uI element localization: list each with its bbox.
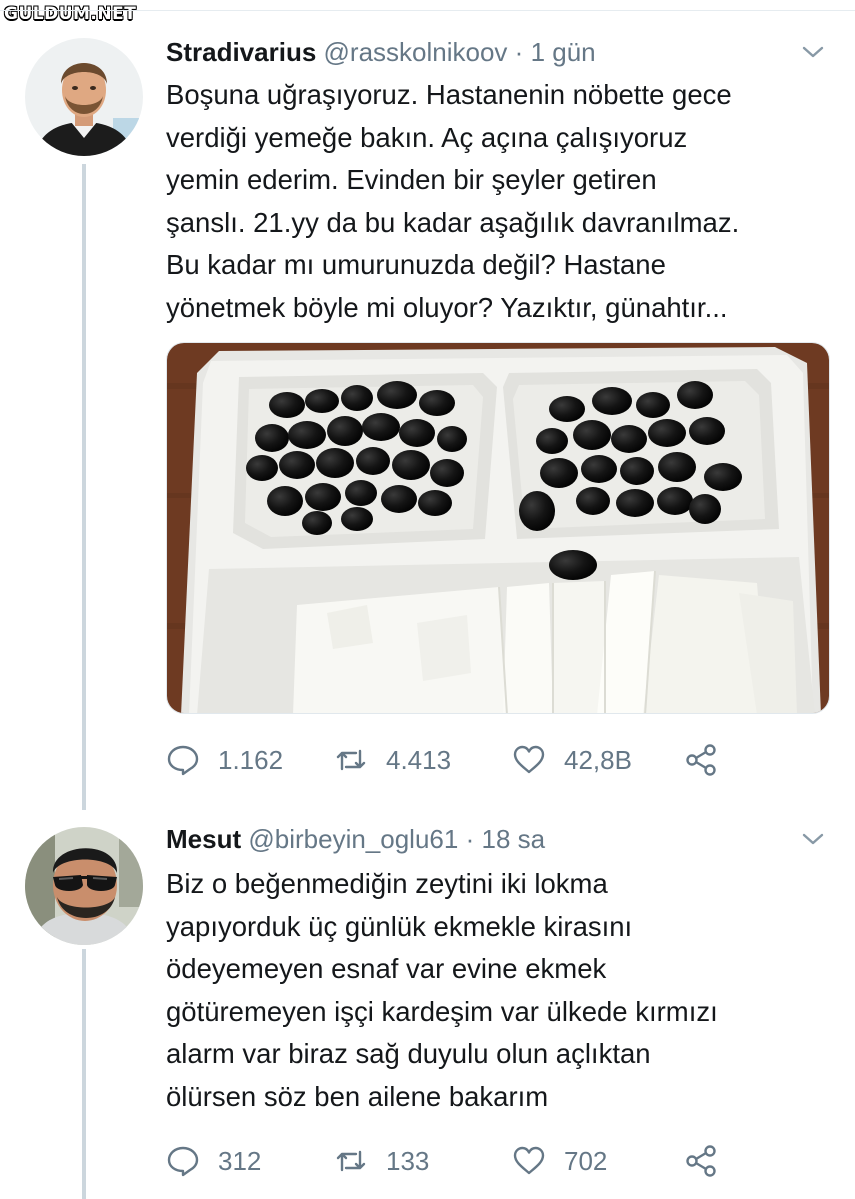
avatar[interactable] [25,38,143,156]
reply-count: 312 [218,1145,262,1176]
divider [0,10,855,11]
like-count: 42,8B [564,744,632,775]
reply-button[interactable]: 1.162 [166,740,283,780]
heart-icon [513,745,545,774]
tweet-text-line: ödeyemeyen esnaf var evine ekmek [166,953,607,984]
tweet-header: Mesut @birbeyin_oglu61 · 18 sa [166,823,795,855]
tweet-text-line: alarm var biraz sağ duyulu olun açlıktan [166,1038,651,1069]
tweet-photo-olives-and-cheese[interactable] [166,342,830,714]
share-button[interactable] [684,1141,718,1181]
retweet-arrows-icon [336,1150,366,1172]
display-name[interactable]: Mesut [166,824,241,854]
tweet-text-line: ölürsen söz ben ailene bakarım [166,1080,549,1112]
tweet-text-line: verdiği yemeğe bakın. Aç açına çalışıyor… [166,121,688,153]
share-button[interactable] [684,740,718,780]
tweet-text-line: Bu kadar mı umurunuzda değil? Hastane [166,249,666,280]
like-button[interactable]: 42,8B [512,740,632,780]
retweet-button[interactable]: 4.413 [334,740,451,780]
like-button[interactable]: 702 [512,1141,607,1181]
tweet-text: Biz o beğenmediğin zeytini iki lokma yap… [166,863,836,1118]
thread-line [82,164,86,810]
share-nodes-icon [686,1145,716,1177]
tweet-text-line: şanslı. 21.yy da bu kadar aşağılık davra… [166,206,740,238]
speech-bubble-icon [167,745,199,776]
chevron-down-icon[interactable] [801,40,825,64]
tweet-stradivarius[interactable]: Stradivarius @rasskolnikoov · 1 gün Boşu… [0,30,855,810]
chevron-down-icon[interactable] [801,827,825,851]
like-count: 702 [564,1145,608,1176]
display-name[interactable]: Stradivarius [166,37,316,67]
tweet-text-line: yemin ederim. Evinden bir şeyler getiren [166,164,657,195]
tweet-text: Boşuna uğraşıyoruz. Hastanenin nöbette g… [166,74,836,329]
tweet-header: Stradivarius @rasskolnikoov · 1 gün [166,36,795,68]
tweet-text-line: Boşuna uğraşıyoruz. Hastanenin nöbette g… [166,79,732,110]
retweet-button[interactable]: 133 [334,1141,429,1181]
tweet-mesut[interactable]: Mesut @birbeyin_oglu61 · 18 sa Biz o beğ… [0,815,855,1199]
reply-count: 1.162 [218,744,284,775]
tweet-text-line: Biz o beğenmediğin zeytini iki lokma [166,868,608,899]
watermark-logo: GULDUM.NET [4,4,137,24]
thread-line [82,949,86,1199]
tweet-actions: 1.162 4.413 42,8B [166,740,786,780]
user-handle[interactable]: @rasskolnikoov [324,37,508,67]
share-nodes-icon [686,744,716,776]
retweet-count: 4.413 [386,744,452,775]
tweet-text-line: yönetmek böyle mi oluyor? Yazıktır, güna… [166,291,728,323]
tweet-text-line: yapıyorduk üç günlük ekmekle kirasını [166,910,633,942]
tweet-actions: 312 133 702 [166,1141,786,1181]
avatar[interactable] [25,827,143,945]
speech-bubble-icon [167,1146,199,1177]
retweet-count: 133 [386,1145,430,1176]
heart-icon [513,1146,545,1175]
user-handle[interactable]: @birbeyin_oglu61 [248,824,458,854]
tweet-text-line: götüremeyen işçi kardeşim var ülkede kır… [166,995,718,1027]
timestamp[interactable]: 18 sa [481,824,545,854]
separator-dot: · [514,37,524,67]
timestamp[interactable]: 1 gün [531,37,596,67]
separator-dot: · [465,824,475,854]
retweet-arrows-icon [336,749,366,771]
reply-button[interactable]: 312 [166,1141,261,1181]
